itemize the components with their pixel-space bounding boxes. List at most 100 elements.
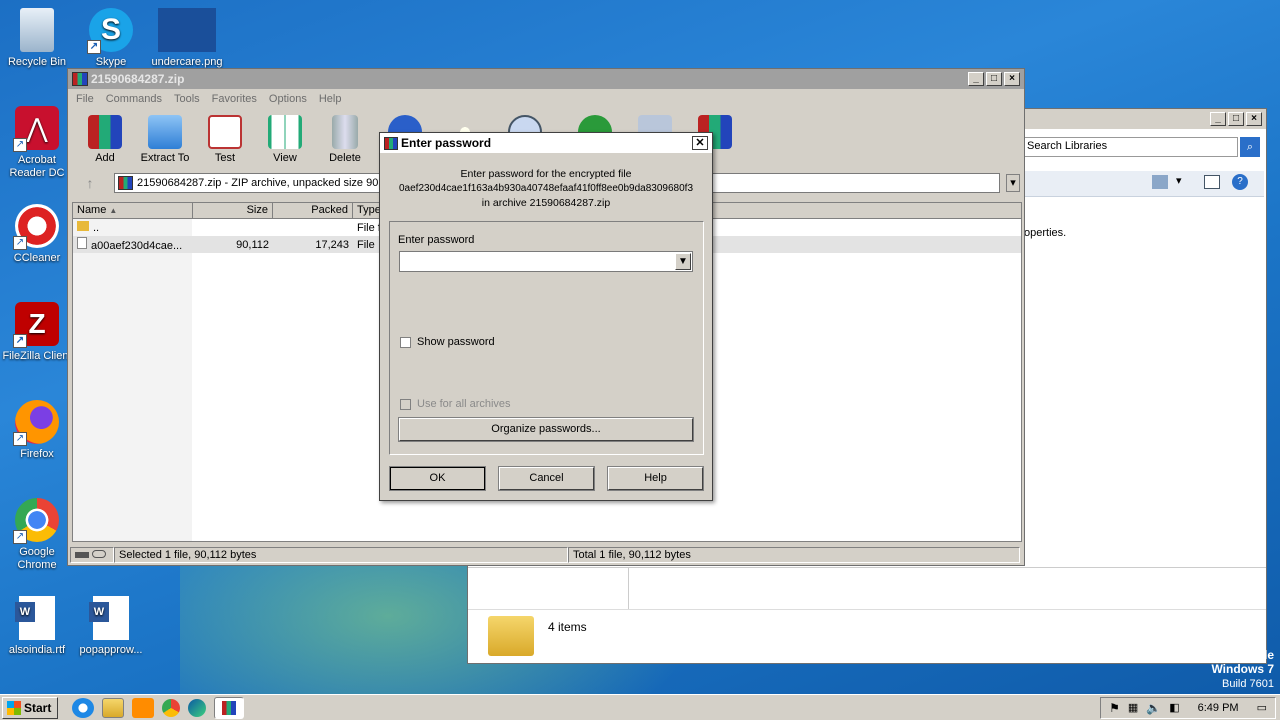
sort-ascending-icon: ▲ — [109, 206, 118, 215]
desktop-icon-skype[interactable]: S ↗ Skype — [74, 8, 148, 69]
desktop-icon-chrome[interactable]: ↗ Google Chrome — [0, 498, 74, 572]
desktop-icon-recycle-bin[interactable]: Recycle Bin — [0, 8, 74, 69]
extract-folder-icon — [148, 115, 182, 149]
menu-bar: File Commands Tools Favorites Options He… — [68, 89, 1024, 109]
desktop-icon-label: Firefox — [20, 448, 54, 460]
test-clipboard-icon — [208, 115, 242, 149]
checkbox-box — [400, 336, 411, 348]
desktop-icon-label: popapprow... — [79, 644, 143, 656]
extract-to-button[interactable]: Extract To — [136, 113, 194, 164]
menu-tools[interactable]: Tools — [168, 93, 206, 105]
close-button[interactable]: ✕ — [692, 136, 708, 150]
start-button[interactable]: Start — [2, 696, 59, 719]
chrome-icon: ↗ — [13, 498, 59, 544]
menu-help[interactable]: Help — [313, 93, 348, 105]
close-button[interactable]: × — [1246, 112, 1262, 126]
search-input[interactable]: Search Libraries — [1024, 137, 1238, 157]
column-name[interactable]: Name ▲ — [73, 203, 193, 218]
anyrun-watermark: ANY RUN — [1036, 611, 1268, 664]
file-explorer-icon[interactable] — [102, 697, 125, 718]
cancel-button[interactable]: Cancel — [498, 466, 595, 491]
zip-archive-icon — [118, 176, 133, 190]
edge-icon[interactable] — [188, 698, 207, 717]
desktop-icon-filezilla[interactable]: Z ↗ FileZilla Client — [0, 302, 74, 363]
enter-password-label: Enter password — [398, 234, 475, 246]
desktop-icon-ccleaner[interactable]: ↗ CCleaner — [0, 204, 74, 265]
tool-label: Extract To — [140, 152, 190, 164]
network-icon[interactable]: ▦ — [1128, 701, 1138, 714]
maximize-button[interactable]: □ — [986, 72, 1002, 86]
divider — [468, 567, 1266, 568]
dialog-titlebar[interactable]: Enter password ✕ — [380, 133, 712, 153]
search-icon[interactable]: ⌕ — [1240, 137, 1260, 157]
volume-icon[interactable]: 🔈 — [1146, 701, 1161, 715]
word-document-icon: W — [89, 596, 129, 640]
minimize-button[interactable]: _ — [968, 72, 984, 86]
desktop-icon-label: alsoindia.rtf — [8, 644, 66, 656]
desktop-icon-label: undercare.png — [151, 56, 223, 68]
view-options-icon[interactable] — [1152, 175, 1168, 189]
trash-icon — [332, 115, 358, 149]
media-player-icon[interactable] — [132, 697, 155, 718]
test-button[interactable]: Test — [196, 113, 254, 164]
dialog-message: Enter password for the encrypted file 0a… — [380, 167, 712, 211]
power-icon[interactable]: ◧ — [1169, 701, 1179, 714]
password-input[interactable]: ▼ — [399, 251, 693, 272]
winrar-icon — [72, 72, 88, 86]
explorer-command-bar: ▾ ? — [1024, 171, 1264, 197]
tool-label: Delete — [329, 152, 361, 164]
properties-text: operties. — [1024, 227, 1067, 239]
help-button[interactable]: Help — [607, 466, 704, 491]
menu-favorites[interactable]: Favorites — [206, 93, 263, 105]
acrobat-icon: ⋀ ↗ — [13, 106, 59, 152]
show-desktop-icon[interactable]: ▭ — [1257, 701, 1267, 714]
recycle-bin-icon — [20, 8, 54, 52]
view-button[interactable]: View — [256, 113, 314, 164]
image-file-icon — [158, 8, 216, 52]
add-archive-icon — [88, 115, 122, 149]
enter-password-dialog[interactable]: Enter password ✕ Enter password for the … — [379, 132, 713, 501]
chevron-down-icon[interactable]: ▾ — [1176, 174, 1182, 187]
winrar-taskbar-icon[interactable] — [214, 696, 245, 719]
menu-options[interactable]: Options — [263, 93, 313, 105]
view-book-icon — [268, 115, 302, 149]
column-packed[interactable]: Packed — [273, 203, 353, 218]
delete-button[interactable]: Delete — [316, 113, 374, 164]
show-password-checkbox[interactable]: Show password — [400, 336, 495, 348]
os-name: Windows 7 — [1211, 662, 1274, 676]
skype-icon: S ↗ — [87, 8, 133, 54]
tool-label: View — [273, 152, 297, 164]
os-fragment: le — [1264, 648, 1275, 662]
help-icon[interactable]: ? — [1232, 174, 1248, 190]
system-tray: ⚑ ▦ 🔈 ◧ 6:49 PM ▭ — [1100, 696, 1276, 719]
menu-commands[interactable]: Commands — [100, 93, 168, 105]
desktop-icon-alsoindia[interactable]: W alsoindia.rtf — [0, 596, 74, 657]
close-button[interactable]: × — [1004, 72, 1020, 86]
winrar-icon — [384, 136, 398, 150]
winrar-titlebar[interactable]: 21590684287.zip _ □ × — [68, 69, 1024, 89]
internet-explorer-icon[interactable] — [72, 697, 95, 718]
clock[interactable]: 6:49 PM — [1198, 702, 1239, 714]
desktop-icon-undercare-png[interactable]: undercare.png — [150, 8, 224, 69]
desktop-icon-label: Google Chrome — [17, 546, 57, 571]
status-selected: Selected 1 file, 90,112 bytes — [114, 547, 568, 563]
maximize-button[interactable]: □ — [1228, 112, 1244, 126]
minimize-button[interactable]: _ — [1210, 112, 1226, 126]
desktop-icon-popapprow[interactable]: W popapprow... — [74, 596, 148, 657]
drive-icon[interactable] — [70, 547, 114, 563]
chevron-down-icon[interactable]: ▼ — [675, 253, 691, 270]
desktop-icon-acrobat[interactable]: ⋀ ↗ Acrobat Reader DC — [0, 106, 74, 180]
divider — [628, 567, 629, 609]
message-line: in archive 21590684287.zip — [481, 197, 611, 209]
ok-button[interactable]: OK — [389, 466, 486, 491]
menu-file[interactable]: File — [70, 93, 100, 105]
desktop-icon-firefox[interactable]: ↗ Firefox — [0, 400, 74, 461]
up-arrow-icon[interactable]: ↑ — [72, 175, 108, 191]
add-button[interactable]: Add — [76, 113, 134, 164]
preview-pane-icon[interactable] — [1204, 175, 1220, 189]
action-center-flag-icon[interactable]: ⚑ — [1109, 701, 1120, 715]
chrome-icon[interactable] — [162, 698, 181, 717]
organize-passwords-button[interactable]: Organize passwords... — [398, 417, 694, 442]
chevron-down-icon[interactable]: ▾ — [1006, 174, 1020, 192]
column-size[interactable]: Size — [193, 203, 273, 218]
